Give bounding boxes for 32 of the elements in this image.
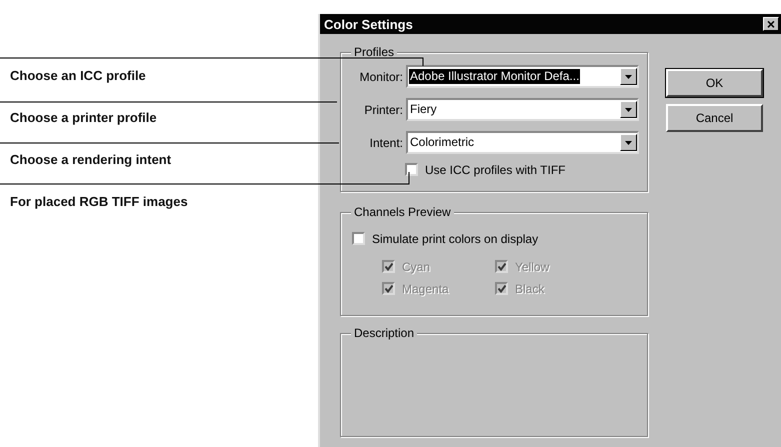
- checkbox[interactable]: [352, 232, 365, 245]
- dropdown-field[interactable]: Fiery: [406, 98, 639, 121]
- close-button[interactable]: ×: [763, 17, 779, 31]
- checkbox-label: Cyan: [402, 260, 430, 274]
- dropdown-arrow-icon: [625, 74, 632, 78]
- checkbox-label: Magenta: [402, 282, 449, 296]
- callout-text: Choose a rendering intent: [9, 151, 172, 169]
- field-label: Monitor:: [358, 70, 403, 84]
- check-icon: [498, 262, 506, 270]
- field-label: Printer:: [363, 102, 403, 116]
- checkbox-label: Use ICC profiles with TIFF: [425, 162, 566, 176]
- group-title: Profiles: [351, 45, 398, 59]
- dropdown-field[interactable]: Adobe Illustrator Monitor Defa...: [406, 65, 639, 88]
- dropdown-field[interactable]: Colorimetric: [406, 131, 639, 154]
- group-title: Description: [351, 326, 418, 340]
- callout-text: For placed RGB TIFF images: [9, 193, 188, 211]
- callout-text: Choose a printer profile: [9, 109, 157, 127]
- group-title: Channels Preview: [351, 205, 454, 219]
- dropdown-arrow-icon: [625, 140, 632, 144]
- field-label: Intent:: [368, 136, 403, 150]
- checkbox-label: Simulate print colors on display: [372, 232, 538, 246]
- dialog-button[interactable]: Cancel: [666, 104, 763, 132]
- dialog-button[interactable]: OK: [666, 69, 763, 97]
- check-icon: [498, 284, 506, 292]
- check-icon: [384, 284, 392, 292]
- checkbox[interactable]: [405, 163, 418, 176]
- checkbox-label: Yellow: [515, 260, 550, 274]
- callout-text: Choose an ICC profile: [9, 67, 146, 85]
- checkbox-label: Black: [515, 282, 544, 296]
- check-icon: [384, 262, 392, 270]
- dropdown-arrow-icon: [625, 108, 632, 112]
- window-title: Color Settings: [324, 16, 413, 32]
